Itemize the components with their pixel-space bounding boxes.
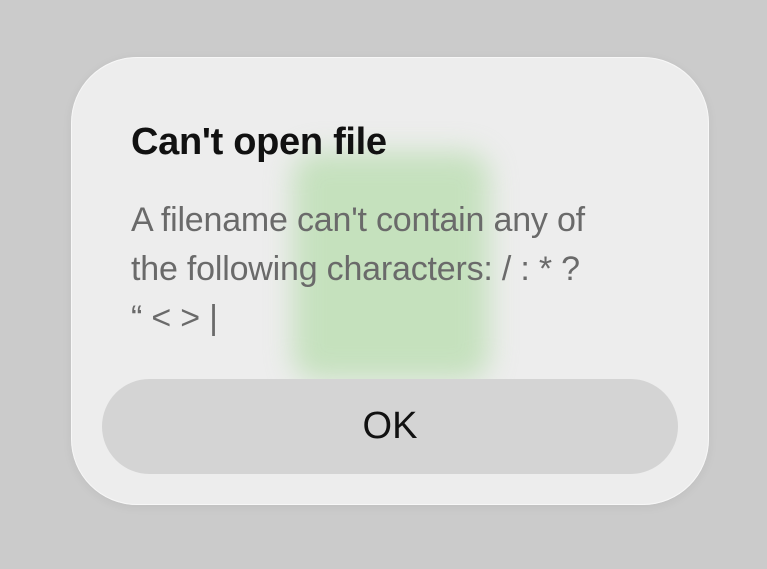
- ok-button-label: OK: [362, 405, 418, 447]
- dialog-message: A filename can't contain any of the foll…: [131, 201, 585, 337]
- alert-dialog: Can't open file A filename can't contain…: [71, 57, 709, 505]
- ok-button[interactable]: OK: [102, 379, 678, 474]
- dialog-title: Can't open file: [131, 121, 387, 163]
